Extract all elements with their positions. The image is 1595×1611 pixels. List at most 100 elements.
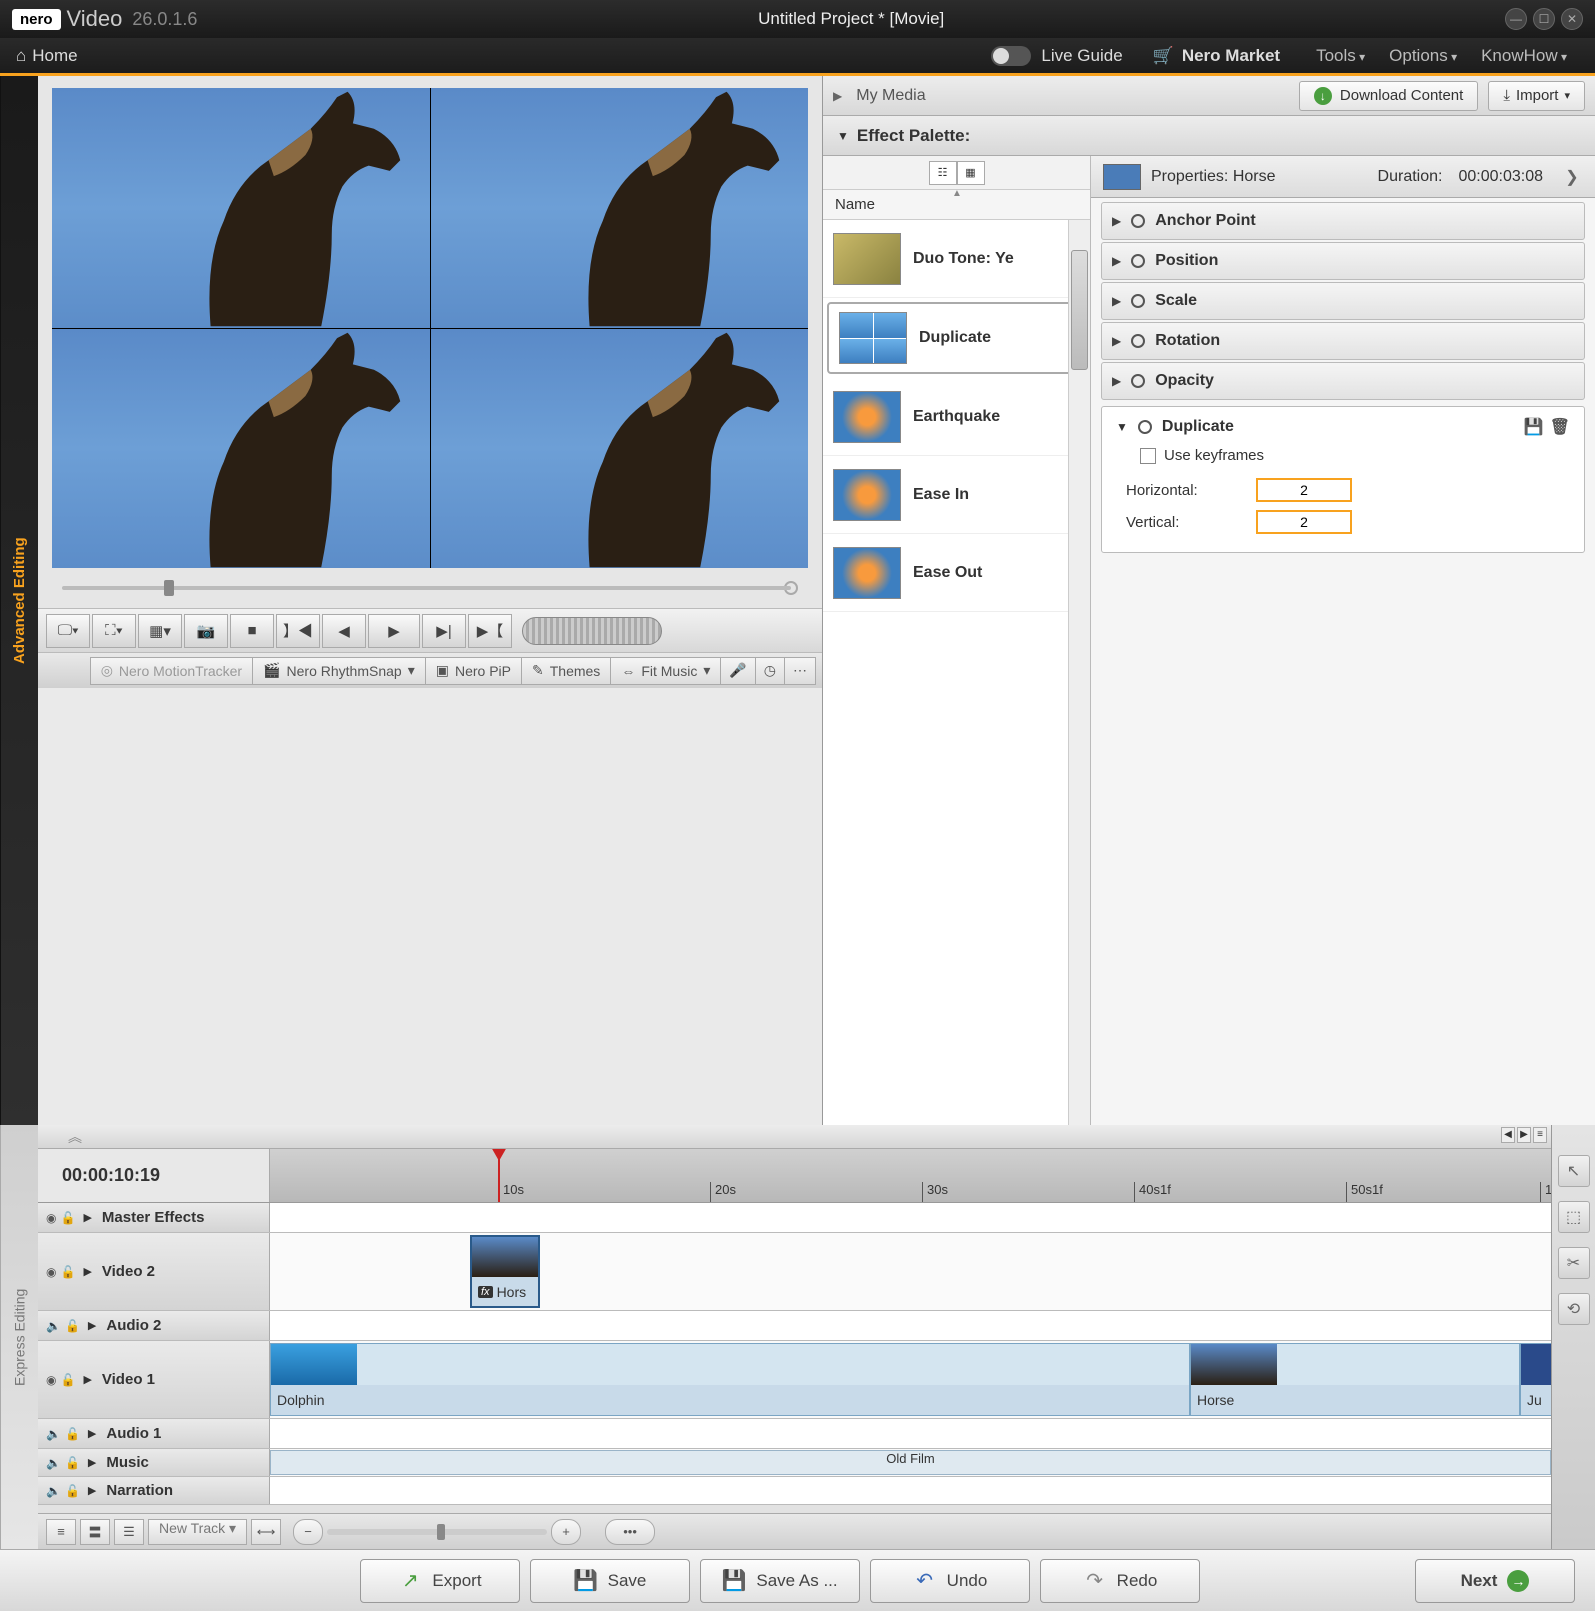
- stop-button[interactable]: ■: [230, 614, 274, 648]
- horizontal-input[interactable]: [1256, 478, 1352, 502]
- express-editing-tab[interactable]: Express Editing: [0, 1125, 38, 1549]
- download-content-button[interactable]: ↓ Download Content: [1299, 81, 1478, 111]
- refresh-tool-button[interactable]: ⟲: [1558, 1293, 1590, 1325]
- clip-music[interactable]: Old Film: [270, 1450, 1551, 1475]
- effect-item-selected[interactable]: Duplicate: [827, 302, 1086, 374]
- list-view-button[interactable]: ☷: [929, 161, 957, 185]
- vertical-input[interactable]: [1256, 510, 1352, 534]
- zoom-in-button[interactable]: +: [551, 1519, 581, 1545]
- tools-menu[interactable]: Tools: [1316, 46, 1365, 66]
- keyframe-icon[interactable]: [1131, 334, 1145, 348]
- pip-button[interactable]: ▣Nero PiP: [425, 657, 522, 685]
- undo-button[interactable]: ↶Undo: [870, 1559, 1030, 1603]
- fit-music-button[interactable]: ⇔Fit Music▾: [610, 657, 721, 685]
- track-body[interactable]: [270, 1203, 1551, 1232]
- clip-dolphin[interactable]: Dolphin: [270, 1343, 1190, 1416]
- visibility-icon[interactable]: ◉: [46, 1265, 56, 1279]
- property-row-rotation[interactable]: ▶Rotation: [1101, 322, 1585, 360]
- save-button[interactable]: 💾Save: [530, 1559, 690, 1603]
- zoom-thumb[interactable]: [437, 1524, 445, 1540]
- effect-palette-header[interactable]: ▼ Effect Palette:: [823, 116, 1595, 156]
- playhead[interactable]: [498, 1149, 500, 1202]
- keyframes-checkbox[interactable]: [1140, 448, 1156, 464]
- lock-icon[interactable]: 🔓: [60, 1373, 75, 1387]
- zoom-out-button[interactable]: −: [293, 1519, 323, 1545]
- grid-view-button[interactable]: ▦: [957, 161, 985, 185]
- pointer-tool-button[interactable]: ↖: [1558, 1155, 1590, 1187]
- keyframe-icon[interactable]: [1131, 294, 1145, 308]
- tl-tool-1[interactable]: ≡: [46, 1519, 76, 1545]
- motion-tracker-button[interactable]: ◎Nero MotionTracker: [90, 657, 253, 685]
- nero-market-button[interactable]: 🛒 Nero Market: [1153, 46, 1280, 66]
- keyframes-row[interactable]: Use keyframes: [1140, 447, 1570, 464]
- close-button[interactable]: ✕: [1561, 8, 1583, 30]
- next-button[interactable]: Next→: [1415, 1559, 1575, 1603]
- effect-item[interactable]: Earthquake: [823, 378, 1090, 456]
- mute-icon[interactable]: 🔈: [46, 1427, 61, 1441]
- visibility-icon[interactable]: ◉: [46, 1211, 56, 1225]
- tl-tool-2[interactable]: 〓: [80, 1519, 110, 1545]
- lock-icon[interactable]: 🔓: [65, 1427, 80, 1441]
- effect-item[interactable]: Ease Out: [823, 534, 1090, 612]
- track-body[interactable]: Dolphin Horse Ju: [270, 1341, 1551, 1418]
- property-row-scale[interactable]: ▶Scale: [1101, 282, 1585, 320]
- my-media-tab[interactable]: My Media: [846, 83, 935, 109]
- effect-item[interactable]: Ease In: [823, 456, 1090, 534]
- mute-icon[interactable]: 🔈: [46, 1456, 61, 1470]
- lock-icon[interactable]: 🔓: [60, 1211, 75, 1225]
- rhythm-snap-button[interactable]: 🎬Nero RhythmSnap▾: [252, 657, 426, 685]
- fullscreen-button[interactable]: ⛶▾: [92, 614, 136, 648]
- timeline-collapse-bar[interactable]: ︽ ◀ ▶ ≡: [38, 1125, 1551, 1149]
- mark-out-button[interactable]: ▶【: [468, 614, 512, 648]
- expand-icon[interactable]: ▶: [833, 89, 842, 103]
- knowhow-menu[interactable]: KnowHow: [1481, 46, 1567, 66]
- visibility-icon[interactable]: ◉: [46, 1373, 56, 1387]
- preview-scrubber[interactable]: [52, 568, 808, 608]
- marquee-tool-button[interactable]: ⬚: [1558, 1201, 1590, 1233]
- home-button[interactable]: ⌂ Home: [16, 46, 78, 66]
- track-body[interactable]: [270, 1311, 1551, 1340]
- keyframe-icon[interactable]: [1131, 214, 1145, 228]
- keyframe-icon[interactable]: [1131, 374, 1145, 388]
- play-button[interactable]: ▶: [368, 614, 420, 648]
- keyframe-icon[interactable]: [1131, 254, 1145, 268]
- options-menu[interactable]: Options: [1389, 46, 1457, 66]
- snapshot-button[interactable]: 📷: [184, 614, 228, 648]
- lock-icon[interactable]: 🔓: [65, 1484, 80, 1498]
- more-button[interactable]: ⋯: [784, 657, 816, 685]
- mic-button[interactable]: 🎤: [720, 657, 755, 685]
- display-mode-button[interactable]: 🖵▾: [46, 614, 90, 648]
- track-body[interactable]: [270, 1477, 1551, 1504]
- next-frame-button[interactable]: ▶|: [422, 614, 466, 648]
- maximize-button[interactable]: ☐: [1533, 8, 1555, 30]
- toggle-switch[interactable]: [991, 46, 1031, 66]
- cut-tool-button[interactable]: ✂: [1558, 1247, 1590, 1279]
- keyframe-icon[interactable]: [1138, 420, 1152, 434]
- tl-magnet-button[interactable]: ⟷: [251, 1519, 281, 1545]
- ruler-menu-icon[interactable]: ≡: [1533, 1127, 1547, 1143]
- time-ruler[interactable]: 10s 20s 30s 40s1f 50s1f 1m0: [270, 1149, 1551, 1202]
- ruler-prev-icon[interactable]: ◀: [1501, 1127, 1515, 1143]
- mute-icon[interactable]: 🔈: [46, 1319, 61, 1333]
- minimize-button[interactable]: —: [1505, 8, 1527, 30]
- advanced-editing-tab[interactable]: Advanced Editing: [0, 76, 38, 1125]
- clip-horse[interactable]: fxHors: [470, 1235, 540, 1308]
- save-preset-icon[interactable]: 💾: [1524, 417, 1544, 437]
- save-as-button[interactable]: 💾Save As ...: [700, 1559, 860, 1603]
- import-button[interactable]: ⤓ Import ▾: [1488, 81, 1585, 111]
- property-row-opacity[interactable]: ▶Opacity: [1101, 362, 1585, 400]
- lock-icon[interactable]: 🔓: [65, 1319, 80, 1333]
- lock-icon[interactable]: 🔓: [60, 1265, 75, 1279]
- next-clip-button[interactable]: ❯: [1561, 167, 1583, 187]
- themes-button[interactable]: ✎Themes: [521, 657, 611, 685]
- track-body[interactable]: Old Film: [270, 1449, 1551, 1476]
- prev-frame-button[interactable]: ◀: [322, 614, 366, 648]
- mark-in-button[interactable]: 】◀: [276, 614, 320, 648]
- shuttle-wheel[interactable]: [522, 617, 662, 645]
- track-body[interactable]: fxHors: [270, 1233, 1551, 1310]
- live-guide-toggle[interactable]: Live Guide: [991, 46, 1122, 66]
- aspect-button[interactable]: ▦▾: [138, 614, 182, 648]
- scrollbar-thumb[interactable]: [1071, 250, 1088, 370]
- clip-horse1[interactable]: Horse: [1190, 1343, 1520, 1416]
- tl-more-button[interactable]: •••: [605, 1519, 655, 1545]
